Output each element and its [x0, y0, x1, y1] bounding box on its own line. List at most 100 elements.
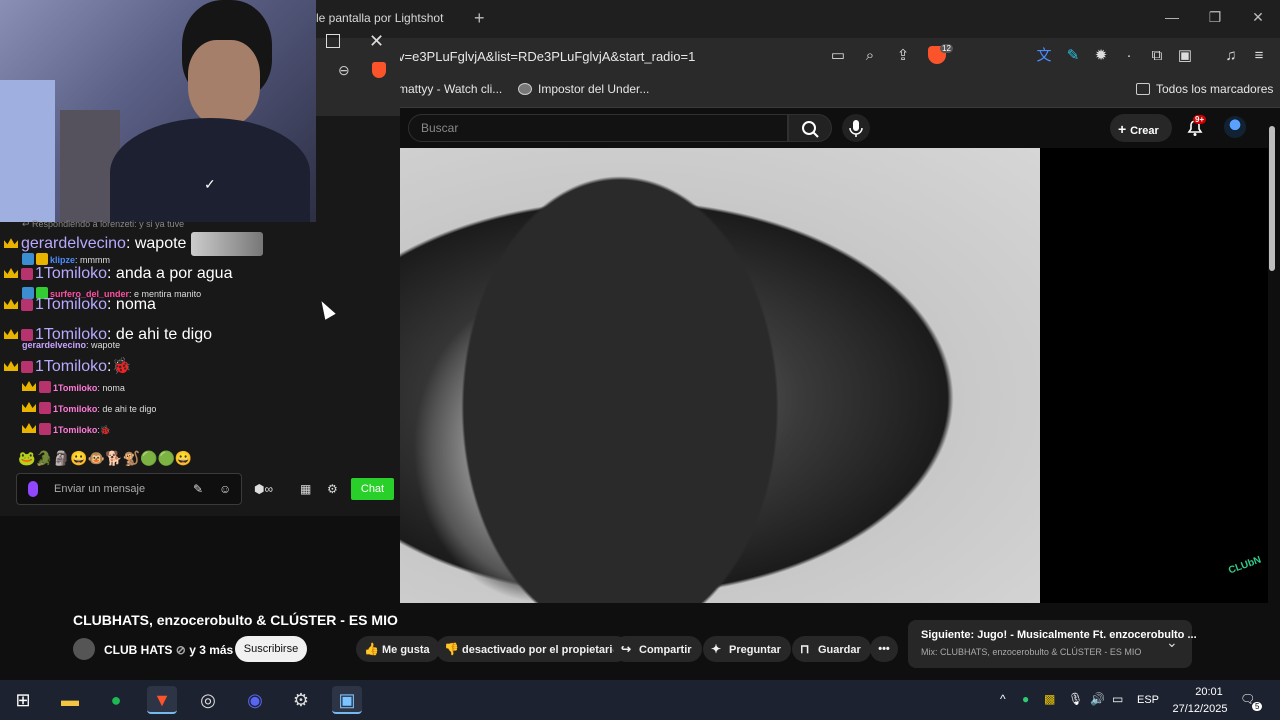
chat-username[interactable]: 1Tomiloko [35, 265, 107, 282]
chat-message[interactable]: 1Tomiloko:🐞 [4, 356, 131, 376]
tray-app-icon[interactable]: ▩ [1044, 692, 1055, 706]
extensions-puzzle-icon[interactable]: ⧉ [1147, 46, 1167, 66]
face-shape [188, 40, 260, 126]
share-button[interactable]: ↪ Compartir [613, 636, 702, 662]
tray-status-icon[interactable]: ● [1022, 692, 1029, 706]
user-avatar[interactable] [1224, 116, 1246, 138]
close-window-icon[interactable]: ✕ [1248, 9, 1268, 26]
chat-username[interactable]: gerardelvecino [22, 340, 86, 350]
bookmark-item[interactable]: Impostor del Under... [518, 82, 649, 96]
tray-microphone-icon[interactable]: 🎙 [1068, 692, 1083, 706]
webcam-feed: ✓ [0, 0, 316, 222]
discord-icon[interactable]: ◉ [240, 686, 270, 714]
new-tab-plus-icon[interactable]: + [474, 8, 485, 29]
restore-icon[interactable]: ❐ [1205, 9, 1225, 26]
file-explorer-icon[interactable]: ▬ [55, 686, 85, 714]
create-button[interactable]: + Crear [1110, 114, 1172, 142]
channel-extra: y 3 más [189, 643, 234, 657]
chat-username[interactable]: gerardelvecino [21, 235, 126, 252]
all-bookmarks[interactable]: Todos los marcadores [1136, 82, 1273, 96]
subscribe-button[interactable]: Suscribirse [235, 636, 307, 662]
clock-date[interactable]: 27/12/2025 [1168, 703, 1232, 715]
microphone-icon[interactable] [28, 481, 38, 497]
chat-message[interactable]: gerardelvecino: wapote [22, 340, 120, 350]
badge-icon [21, 299, 33, 311]
video-player[interactable] [400, 148, 1040, 603]
voice-search-button[interactable] [842, 114, 870, 142]
search-button[interactable] [788, 114, 832, 142]
brave-browser-icon[interactable]: ▼ [147, 686, 177, 714]
emote-bar[interactable]: 🐸🐊🗿😀🐵🐕🐒🟢🟢😀 [18, 450, 192, 467]
badge-icon [22, 253, 34, 265]
brave-shield-count: 12 [940, 44, 953, 53]
reply-text: Respondiendo a lorenzeti: y si ya tuve [32, 219, 185, 229]
clock-time[interactable]: 20:01 [1184, 686, 1234, 698]
chat-message[interactable]: 1Tomiloko: noma [22, 381, 125, 393]
reply-header: ↩ Respondiendo a lorenzeti: y si ya tuve [22, 219, 184, 230]
url-text[interactable]: v=e3PLuFglvjA&list=RDe3PLuFglvjA&start_r… [398, 49, 695, 64]
bookmark-item[interactable]: mattyy - Watch cli... [398, 82, 502, 96]
gift-icon[interactable]: ▦ [300, 482, 311, 496]
translate-icon[interactable]: ✎ [193, 482, 203, 496]
more-actions-button[interactable]: ••• [870, 636, 898, 662]
install-app-icon[interactable]: ▭ [828, 46, 848, 66]
scrollbar-thumb[interactable] [1269, 126, 1275, 271]
obs-icon[interactable]: ◎ [193, 686, 223, 714]
sidebar-icon[interactable]: ▣ [1175, 46, 1195, 66]
extension-bug-icon[interactable]: ✹ [1091, 46, 1111, 66]
volume-icon[interactable]: 🔊 [1090, 692, 1105, 706]
chat-message[interactable]: 1Tomiloko: noma [4, 296, 156, 314]
brave-icon[interactable] [372, 62, 386, 78]
save-button[interactable]: ⊓ Guardar [792, 636, 871, 662]
like-button[interactable]: 👍 Me gusta [356, 636, 440, 662]
tab-title[interactable]: le pantalla por Lightshot [316, 11, 443, 25]
lightshot-icon[interactable]: ▣ [332, 686, 362, 714]
chat-username[interactable]: 1Tomiloko [35, 296, 107, 313]
reply-icon: ↩ [22, 219, 33, 229]
media-icon[interactable]: ♫ [1221, 46, 1241, 66]
channel-name[interactable]: CLUB HATS ⊘ y 3 más [104, 643, 233, 657]
network-icon[interactable]: ▭ [1112, 692, 1123, 706]
badge-icon [36, 253, 48, 265]
bits-icon[interactable]: ⬢∞ [254, 482, 273, 496]
chat-send-button[interactable]: Chat [351, 478, 394, 500]
ask-label: Preguntar [729, 644, 781, 656]
dislike-button[interactable]: 👎 desactivado por el propietario [436, 636, 630, 662]
chat-message[interactable]: 1Tomiloko: anda a por agua [4, 265, 232, 283]
extension-dot-icon[interactable]: · [1119, 46, 1139, 66]
search-input[interactable] [408, 114, 788, 142]
channel-avatar[interactable] [73, 638, 95, 660]
chat-username[interactable]: 1Tomiloko [53, 425, 97, 435]
minimize-icon[interactable]: — [1162, 9, 1182, 25]
channel-name-label: CLUB HATS [104, 643, 173, 657]
zoom-out-icon[interactable]: ⊖ [338, 62, 350, 79]
chat-message[interactable]: 1Tomiloko:🐞 [22, 423, 111, 436]
chevron-down-icon[interactable]: ⌄ [1166, 634, 1178, 651]
chat-username[interactable]: 1Tomiloko [53, 383, 97, 393]
settings-gear-icon[interactable]: ⚙ [327, 482, 338, 496]
share-icon[interactable]: ⇪ [893, 46, 913, 66]
more-icon: ••• [878, 643, 890, 655]
zoom-icon[interactable]: ⌕ [860, 46, 880, 66]
chat-username[interactable]: klipze [50, 255, 75, 265]
chat-message[interactable]: 1Tomiloko: de ahi te digo [22, 402, 156, 414]
tray-overflow-icon[interactable]: ^ [1000, 692, 1006, 706]
thumbs-down-icon: 👎 [444, 642, 459, 656]
windows-start-icon[interactable]: ⊞ [8, 686, 38, 714]
maximize-icon[interactable] [326, 34, 340, 48]
extension-icon[interactable]: ✎ [1063, 46, 1083, 66]
emote-picker-icon[interactable]: ☺ [219, 482, 231, 496]
menu-icon[interactable]: ≡ [1249, 46, 1269, 66]
logo-check-icon: ✓ [204, 176, 216, 192]
spotify-icon[interactable]: ● [101, 686, 131, 714]
ask-button[interactable]: ✦ Preguntar [703, 636, 791, 662]
close-icon[interactable]: ✕ [369, 31, 384, 52]
chat-username[interactable]: 1Tomiloko [53, 404, 97, 414]
settings-icon[interactable]: ⚙ [286, 686, 316, 714]
up-next-card[interactable] [908, 620, 1192, 668]
like-label: Me gusta [382, 644, 430, 656]
language-indicator[interactable]: ESP [1137, 694, 1159, 706]
translate-extension-icon[interactable]: 文 [1034, 46, 1054, 66]
chat-message[interactable]: klipze: mmmm [22, 253, 110, 265]
chat-username[interactable]: 1Tomiloko [35, 358, 107, 375]
